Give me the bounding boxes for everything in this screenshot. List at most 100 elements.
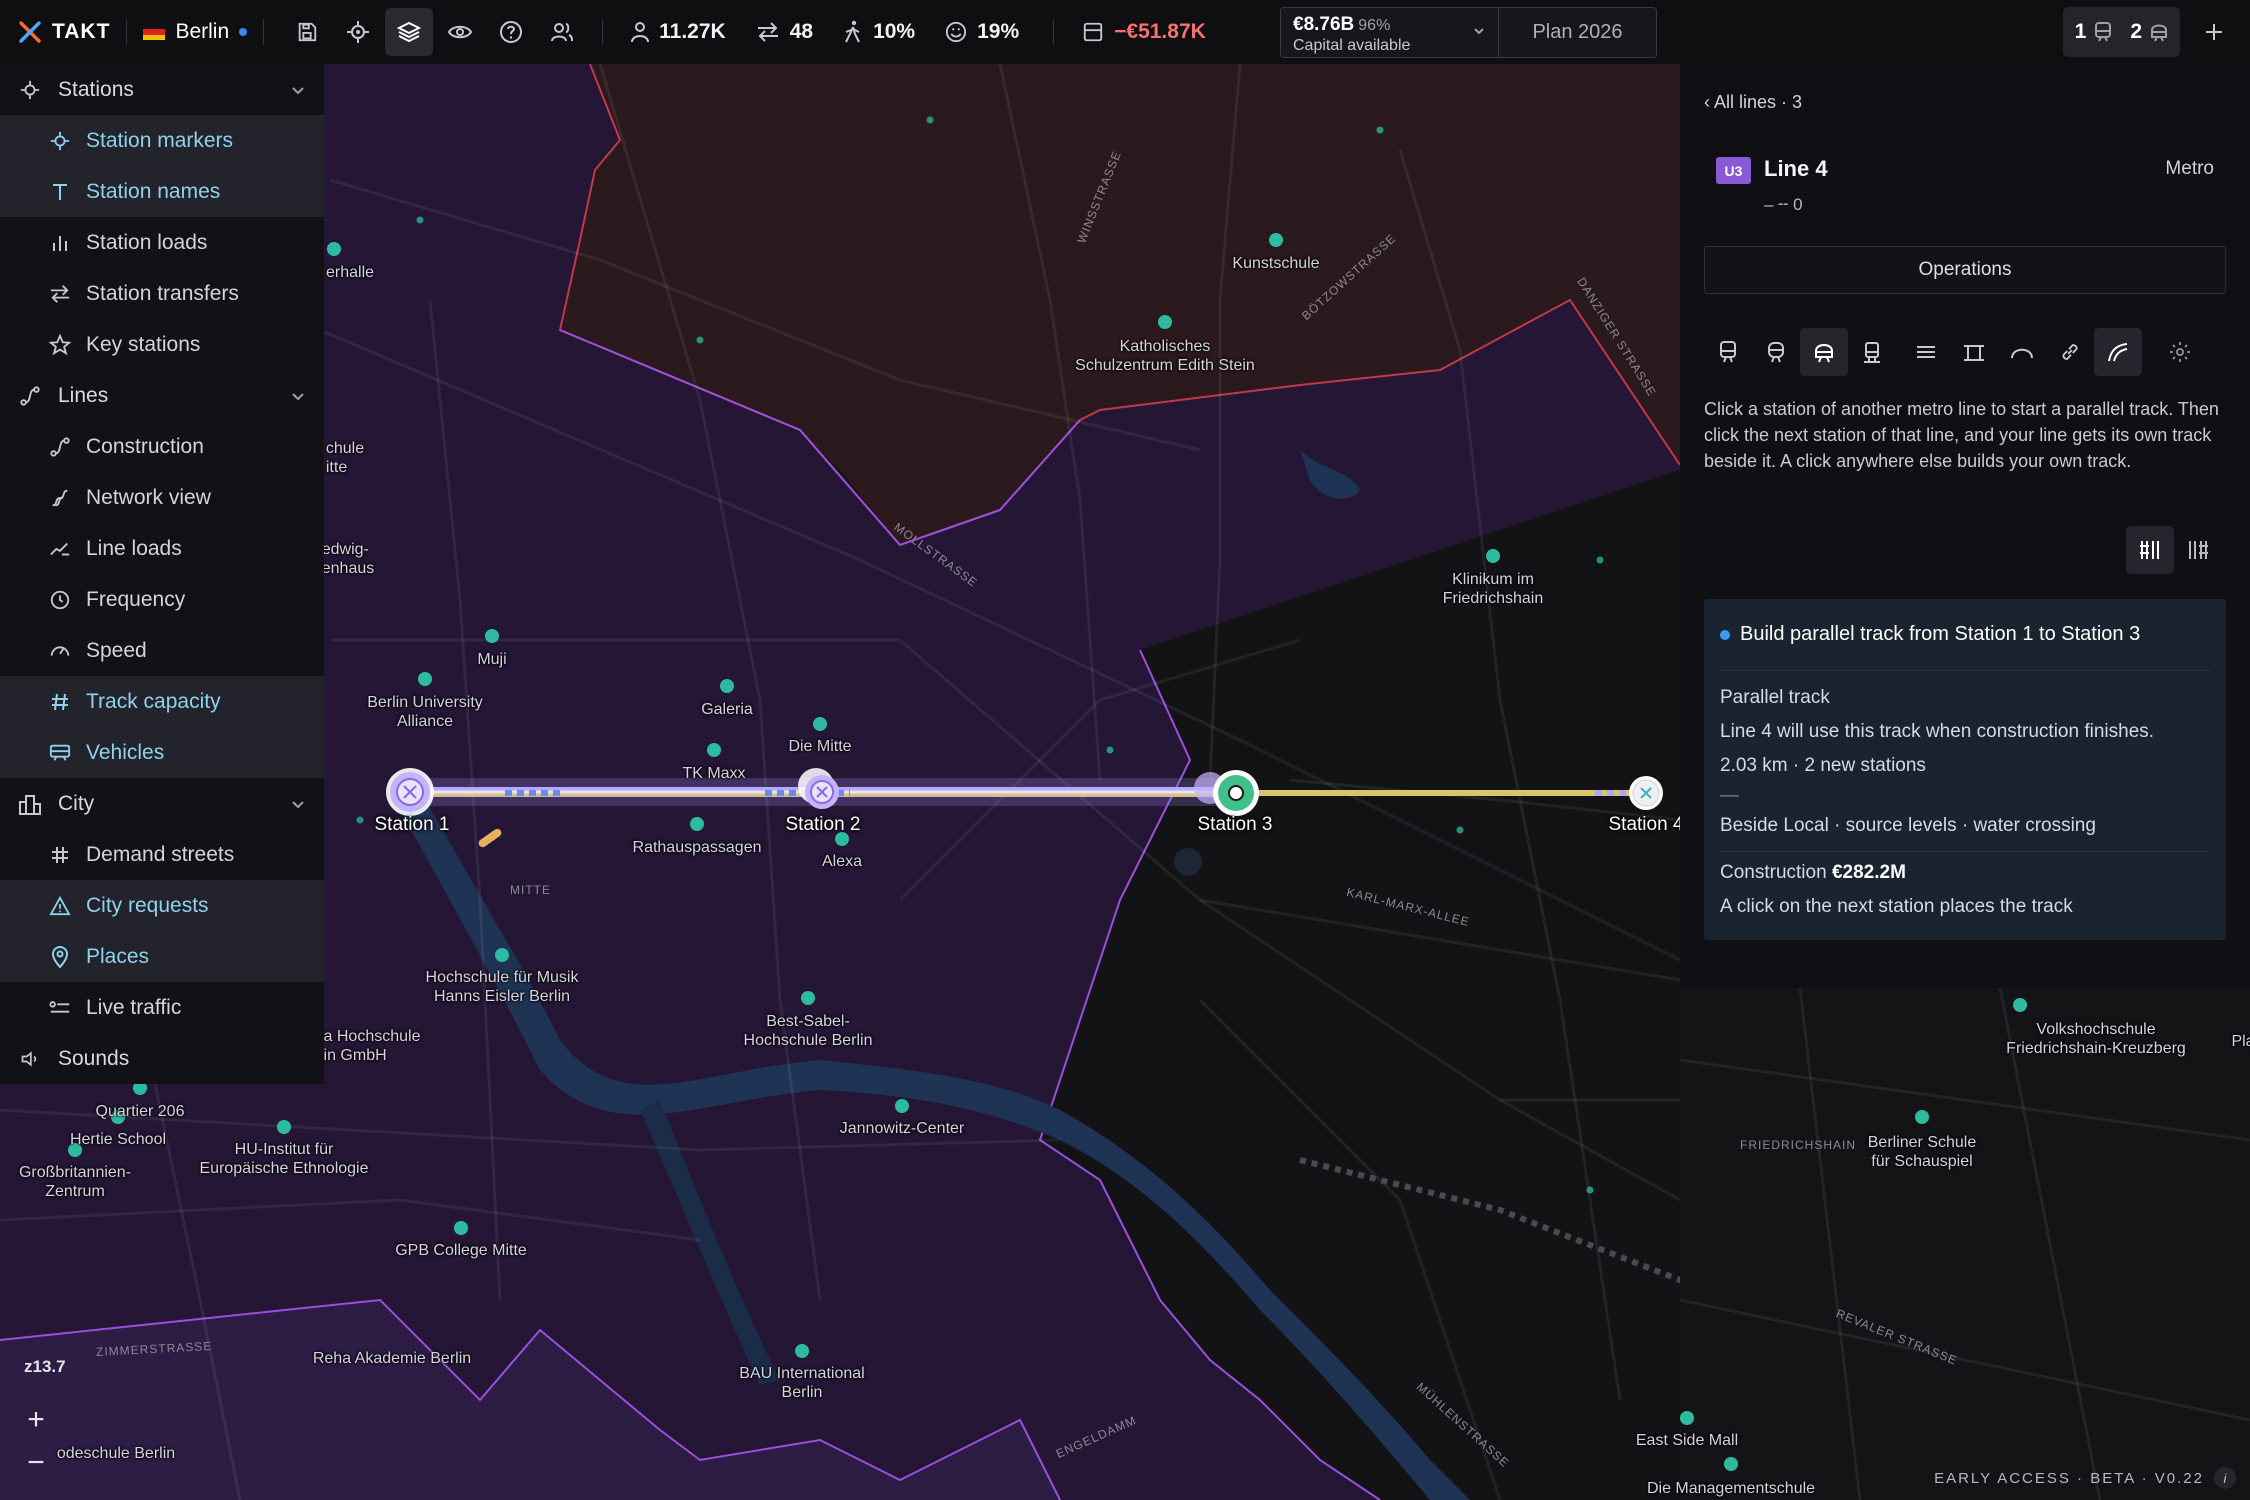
sidebar-item-city-requests[interactable]: City requests xyxy=(0,880,324,931)
sidebar-item-line-loads[interactable]: Line loads xyxy=(0,523,324,574)
sidebar-item-network-view[interactable]: Network view xyxy=(0,472,324,523)
sidebar-item-label: Key stations xyxy=(86,332,201,356)
passengers-stat[interactable]: 11.27K xyxy=(631,20,726,44)
sidebar-item-track-capacity[interactable]: Track capacity xyxy=(0,676,324,727)
place-label: Klinikum im Friedrichshain xyxy=(1442,571,1544,607)
plan-button[interactable]: Plan 2026 xyxy=(1499,8,1656,57)
tool-tunnel-button[interactable] xyxy=(1998,328,2046,376)
operations-button[interactable]: Operations xyxy=(1704,246,2226,294)
person-icon xyxy=(631,22,650,43)
sidebar-item-live-traffic[interactable]: Live traffic xyxy=(0,982,324,1033)
station-4-marker[interactable] xyxy=(1629,776,1663,810)
section-city[interactable]: City xyxy=(0,778,324,829)
speaker-icon xyxy=(21,1050,37,1067)
zoom-in-button[interactable]: + xyxy=(18,1402,54,1438)
build-preview-card: Build parallel track from Station 1 to S… xyxy=(1704,599,2226,940)
sidebar-item-key-stations[interactable]: Key stations xyxy=(0,319,324,370)
tram-icon xyxy=(1815,344,1833,363)
separator-dash: — xyxy=(1720,785,1739,806)
sidebar-item-speed[interactable]: Speed xyxy=(0,625,324,676)
place-label: GPB College Mitte xyxy=(395,1242,527,1259)
section-label: Stations xyxy=(58,77,134,101)
track-side-right-button[interactable] xyxy=(2174,526,2222,574)
transfers-stat[interactable]: 48 xyxy=(756,20,813,44)
sidebar-item-station-transfers[interactable]: Station transfers xyxy=(0,268,324,319)
tram-icon xyxy=(2151,24,2167,42)
text-icon xyxy=(53,183,67,200)
sidebar-item-station-markers[interactable]: Station markers xyxy=(0,115,324,166)
tool-link-button[interactable] xyxy=(2046,328,2094,376)
place-label: Muji xyxy=(477,651,507,668)
passengers-value: 11.27K xyxy=(659,20,726,43)
tool-parallel-button[interactable] xyxy=(2094,328,2142,376)
layers-sidebar: Stations Station markers Station names S… xyxy=(0,64,324,1084)
tool-train-button[interactable] xyxy=(1704,328,1752,376)
section-lines[interactable]: Lines xyxy=(0,370,324,421)
sidebar-item-label: Network view xyxy=(86,485,211,509)
zoom-out-button[interactable]: − xyxy=(18,1445,54,1481)
save-button[interactable] xyxy=(283,8,331,56)
line-load-icon xyxy=(50,542,70,555)
place-label: Quartier 206 xyxy=(95,1103,185,1120)
sidebar-item-demand-streets[interactable]: Demand streets xyxy=(0,829,324,880)
place-label: Volkshochschule Friedrichshain-Kreuzberg xyxy=(2006,1021,2186,1057)
section-stations[interactable]: Stations xyxy=(0,64,324,115)
status-dot xyxy=(239,28,248,36)
tool-tram-button[interactable] xyxy=(1800,328,1848,376)
crosshair-icon xyxy=(347,21,370,43)
sidebar-item-frequency[interactable]: Frequency xyxy=(0,574,324,625)
sidebar-item-station-names[interactable]: Station names xyxy=(0,166,324,217)
locate-button[interactable] xyxy=(334,8,382,56)
transfer-arrows-icon xyxy=(757,22,778,42)
walking-stat[interactable]: 10% xyxy=(843,20,915,44)
place-label: East Side Mall xyxy=(1635,1432,1739,1449)
place-label: HU-Institut für Europäische Ethnologie xyxy=(199,1141,369,1177)
transfers-value: 48 xyxy=(789,20,814,43)
line-type[interactable]: Metro xyxy=(2165,158,2214,180)
station-1-marker[interactable] xyxy=(386,768,434,816)
track-side-left-button[interactable] xyxy=(2126,526,2174,574)
sidebar-item-label: Demand streets xyxy=(86,842,235,866)
sidebar-item-label: Places xyxy=(86,944,150,968)
divider xyxy=(1053,19,1055,45)
section-sounds[interactable]: Sounds xyxy=(0,1033,324,1084)
traffic-icon xyxy=(49,1000,70,1013)
capital-dropdown[interactable]: €8.76B 96% Capital available xyxy=(1281,8,1499,57)
view-button[interactable] xyxy=(436,8,484,56)
build-preview-title: Build parallel track from Station 1 to S… xyxy=(1740,623,2141,645)
tool-tracks-button[interactable] xyxy=(1902,328,1950,376)
place-label: odeschule Berlin xyxy=(56,1445,176,1462)
help-button[interactable] xyxy=(487,8,535,56)
construction-label: Construction xyxy=(1720,862,1827,883)
sidebar-item-label: Station markers xyxy=(86,128,234,152)
station-3-marker[interactable] xyxy=(1194,770,1259,816)
tool-elevated-button[interactable] xyxy=(1950,328,1998,376)
tool-lightrail-button[interactable] xyxy=(1848,328,1896,376)
balance-stat[interactable]: −€51.87K xyxy=(1082,20,1206,44)
users-button[interactable] xyxy=(538,8,586,56)
info-button[interactable]: i xyxy=(2214,1467,2236,1489)
place-label: Galeria xyxy=(701,701,753,718)
all-lines-link[interactable]: ‹ All lines · 3 xyxy=(1704,92,1802,113)
tool-settings-button[interactable] xyxy=(2156,328,2204,376)
satisfaction-stat[interactable]: 19% xyxy=(945,20,1019,44)
sidebar-item-places[interactable]: Places xyxy=(0,931,324,982)
divider xyxy=(602,19,604,45)
layers-button[interactable] xyxy=(385,8,434,56)
route-icon xyxy=(50,436,70,457)
vehicle-counters[interactable]: 1 2 xyxy=(2062,7,2180,57)
city-name: Berlin xyxy=(175,20,230,43)
place-label: chule itte xyxy=(325,440,365,476)
line-title[interactable]: Line 4 xyxy=(1764,156,1828,182)
parallel-track-icon xyxy=(2108,343,2128,362)
track-note: Line 4 will use this track when construc… xyxy=(1720,721,2155,742)
add-button[interactable] xyxy=(2196,14,2232,50)
city-selector[interactable]: Berlin xyxy=(143,20,248,44)
sidebar-item-construction[interactable]: Construction xyxy=(0,421,324,472)
sidebar-item-vehicles[interactable]: Vehicles xyxy=(0,727,324,778)
sidebar-item-station-loads[interactable]: Station loads xyxy=(0,217,324,268)
place-label: Berliner Schule für Schauspiel xyxy=(1867,1134,1977,1170)
budget-selector[interactable]: €8.76B 96% Capital available Plan 2026 xyxy=(1280,7,1657,58)
tool-metro-button[interactable] xyxy=(1752,328,1800,376)
brand[interactable]: TAKT xyxy=(18,20,110,44)
